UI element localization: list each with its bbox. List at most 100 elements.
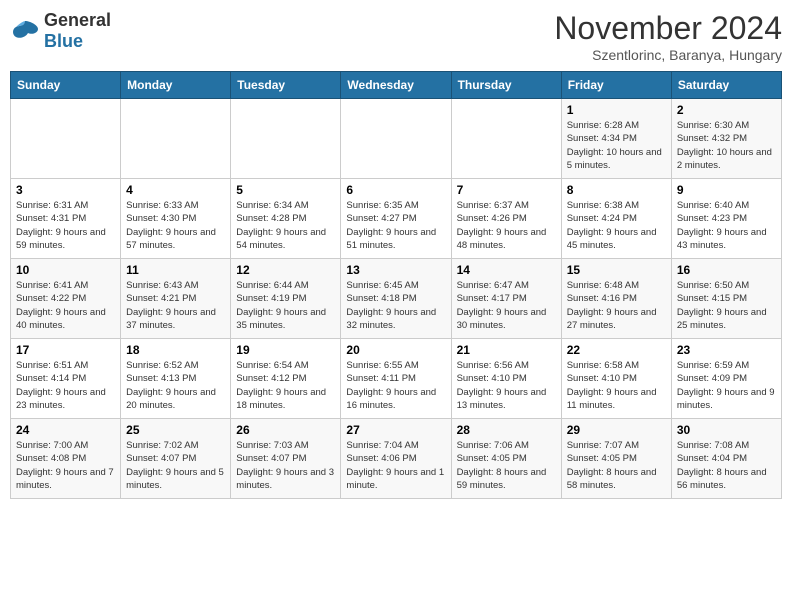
day-number: 24	[16, 423, 115, 437]
day-info: Sunrise: 6:59 AM Sunset: 4:09 PM Dayligh…	[677, 359, 776, 412]
calendar-week-row: 10 Sunrise: 6:41 AM Sunset: 4:22 PM Dayli…	[11, 259, 782, 339]
day-number: 26	[236, 423, 335, 437]
calendar-cell: 14 Sunrise: 6:47 AM Sunset: 4:17 PM Dayli…	[451, 259, 561, 339]
day-info: Sunrise: 6:52 AM Sunset: 4:13 PM Dayligh…	[126, 359, 225, 412]
calendar-week-row: 3Sunrise: 6:31 AM Sunset: 4:31 PM Daylig…	[11, 179, 782, 259]
day-info: Sunrise: 6:55 AM Sunset: 4:11 PM Dayligh…	[346, 359, 445, 412]
calendar-cell: 6 Sunrise: 6:35 AM Sunset: 4:27 PM Daylig…	[341, 179, 451, 259]
calendar-cell	[231, 99, 341, 179]
day-info: Sunrise: 6:38 AM Sunset: 4:24 PM Dayligh…	[567, 199, 666, 252]
day-info: Sunrise: 6:37 AM Sunset: 4:26 PM Dayligh…	[457, 199, 556, 252]
calendar-cell: 4Sunrise: 6:33 AM Sunset: 4:30 PM Daylig…	[121, 179, 231, 259]
logo-icon	[10, 19, 40, 43]
day-info: Sunrise: 7:06 AM Sunset: 4:05 PM Dayligh…	[457, 439, 556, 492]
day-number: 14	[457, 263, 556, 277]
day-info: Sunrise: 6:40 AM Sunset: 4:23 PM Dayligh…	[677, 199, 776, 252]
calendar-cell: 16 Sunrise: 6:50 AM Sunset: 4:15 PM Dayli…	[671, 259, 781, 339]
month-title: November 2024	[554, 10, 782, 47]
day-number: 18	[126, 343, 225, 357]
day-info: Sunrise: 7:00 AM Sunset: 4:08 PM Dayligh…	[16, 439, 115, 492]
day-number: 27	[346, 423, 445, 437]
location-subtitle: Szentlorinc, Baranya, Hungary	[554, 47, 782, 63]
day-number: 7	[457, 183, 556, 197]
day-number: 10	[16, 263, 115, 277]
col-thursday: Thursday	[451, 72, 561, 99]
logo: General Blue	[10, 10, 111, 52]
day-info: Sunrise: 6:28 AM Sunset: 4:34 PM Dayligh…	[567, 119, 666, 172]
calendar-cell: 24 Sunrise: 7:00 AM Sunset: 4:08 PM Dayli…	[11, 419, 121, 499]
day-info: Sunrise: 6:35 AM Sunset: 4:27 PM Dayligh…	[346, 199, 445, 252]
day-number: 6	[346, 183, 445, 197]
calendar-body: 1 Sunrise: 6:28 AM Sunset: 4:34 PM Daylig…	[11, 99, 782, 499]
day-number: 23	[677, 343, 776, 357]
day-info: Sunrise: 6:41 AM Sunset: 4:22 PM Dayligh…	[16, 279, 115, 332]
calendar-cell	[341, 99, 451, 179]
day-number: 2	[677, 103, 776, 117]
calendar-cell: 22 Sunrise: 6:58 AM Sunset: 4:10 PM Dayli…	[561, 339, 671, 419]
day-number: 28	[457, 423, 556, 437]
header: General Blue November 2024 Szentlorinc, …	[10, 10, 782, 63]
calendar-cell	[121, 99, 231, 179]
day-number: 15	[567, 263, 666, 277]
day-info: Sunrise: 7:08 AM Sunset: 4:04 PM Dayligh…	[677, 439, 776, 492]
calendar-cell: 15 Sunrise: 6:48 AM Sunset: 4:16 PM Dayli…	[561, 259, 671, 339]
day-number: 1	[567, 103, 666, 117]
calendar-week-row: 24 Sunrise: 7:00 AM Sunset: 4:08 PM Dayli…	[11, 419, 782, 499]
day-number: 5	[236, 183, 335, 197]
day-number: 29	[567, 423, 666, 437]
calendar-cell	[11, 99, 121, 179]
day-number: 25	[126, 423, 225, 437]
calendar-cell: 25Sunrise: 7:02 AM Sunset: 4:07 PM Dayli…	[121, 419, 231, 499]
day-number: 17	[16, 343, 115, 357]
calendar-cell: 27 Sunrise: 7:04 AM Sunset: 4:06 PM Dayli…	[341, 419, 451, 499]
day-number: 30	[677, 423, 776, 437]
calendar-cell: 30 Sunrise: 7:08 AM Sunset: 4:04 PM Dayli…	[671, 419, 781, 499]
day-info: Sunrise: 7:04 AM Sunset: 4:06 PM Dayligh…	[346, 439, 445, 492]
day-info: Sunrise: 7:03 AM Sunset: 4:07 PM Dayligh…	[236, 439, 335, 492]
calendar-cell: 8 Sunrise: 6:38 AM Sunset: 4:24 PM Daylig…	[561, 179, 671, 259]
day-info: Sunrise: 6:48 AM Sunset: 4:16 PM Dayligh…	[567, 279, 666, 332]
day-number: 3	[16, 183, 115, 197]
calendar-table: Sunday Monday Tuesday Wednesday Thursday…	[10, 71, 782, 499]
col-friday: Friday	[561, 72, 671, 99]
calendar-cell: 20 Sunrise: 6:55 AM Sunset: 4:11 PM Dayli…	[341, 339, 451, 419]
day-info: Sunrise: 6:54 AM Sunset: 4:12 PM Dayligh…	[236, 359, 335, 412]
calendar-cell: 26 Sunrise: 7:03 AM Sunset: 4:07 PM Dayli…	[231, 419, 341, 499]
calendar-week-row: 17 Sunrise: 6:51 AM Sunset: 4:14 PM Dayli…	[11, 339, 782, 419]
calendar-cell: 5Sunrise: 6:34 AM Sunset: 4:28 PM Daylig…	[231, 179, 341, 259]
day-number: 20	[346, 343, 445, 357]
day-info: Sunrise: 6:47 AM Sunset: 4:17 PM Dayligh…	[457, 279, 556, 332]
calendar-cell: 18 Sunrise: 6:52 AM Sunset: 4:13 PM Dayli…	[121, 339, 231, 419]
logo-text: General Blue	[44, 10, 111, 52]
calendar-cell: 21 Sunrise: 6:56 AM Sunset: 4:10 PM Dayli…	[451, 339, 561, 419]
day-info: Sunrise: 7:07 AM Sunset: 4:05 PM Dayligh…	[567, 439, 666, 492]
day-number: 16	[677, 263, 776, 277]
day-number: 22	[567, 343, 666, 357]
calendar-cell: 17 Sunrise: 6:51 AM Sunset: 4:14 PM Dayli…	[11, 339, 121, 419]
day-info: Sunrise: 6:33 AM Sunset: 4:30 PM Dayligh…	[126, 199, 225, 252]
col-wednesday: Wednesday	[341, 72, 451, 99]
calendar-cell: 7 Sunrise: 6:37 AM Sunset: 4:26 PM Daylig…	[451, 179, 561, 259]
calendar-cell: 19Sunrise: 6:54 AM Sunset: 4:12 PM Dayli…	[231, 339, 341, 419]
calendar-cell: 1 Sunrise: 6:28 AM Sunset: 4:34 PM Daylig…	[561, 99, 671, 179]
day-number: 9	[677, 183, 776, 197]
header-row: Sunday Monday Tuesday Wednesday Thursday…	[11, 72, 782, 99]
day-info: Sunrise: 6:58 AM Sunset: 4:10 PM Dayligh…	[567, 359, 666, 412]
col-monday: Monday	[121, 72, 231, 99]
col-saturday: Saturday	[671, 72, 781, 99]
day-info: Sunrise: 6:30 AM Sunset: 4:32 PM Dayligh…	[677, 119, 776, 172]
calendar-header: Sunday Monday Tuesday Wednesday Thursday…	[11, 72, 782, 99]
day-info: Sunrise: 6:44 AM Sunset: 4:19 PM Dayligh…	[236, 279, 335, 332]
calendar-cell: 13Sunrise: 6:45 AM Sunset: 4:18 PM Dayli…	[341, 259, 451, 339]
calendar-cell	[451, 99, 561, 179]
day-number: 12	[236, 263, 335, 277]
day-number: 8	[567, 183, 666, 197]
day-number: 21	[457, 343, 556, 357]
day-info: Sunrise: 6:50 AM Sunset: 4:15 PM Dayligh…	[677, 279, 776, 332]
calendar-cell: 11Sunrise: 6:43 AM Sunset: 4:21 PM Dayli…	[121, 259, 231, 339]
day-info: Sunrise: 6:43 AM Sunset: 4:21 PM Dayligh…	[126, 279, 225, 332]
day-info: Sunrise: 6:51 AM Sunset: 4:14 PM Dayligh…	[16, 359, 115, 412]
day-info: Sunrise: 6:56 AM Sunset: 4:10 PM Dayligh…	[457, 359, 556, 412]
calendar-cell: 2 Sunrise: 6:30 AM Sunset: 4:32 PM Daylig…	[671, 99, 781, 179]
calendar-cell: 10 Sunrise: 6:41 AM Sunset: 4:22 PM Dayli…	[11, 259, 121, 339]
